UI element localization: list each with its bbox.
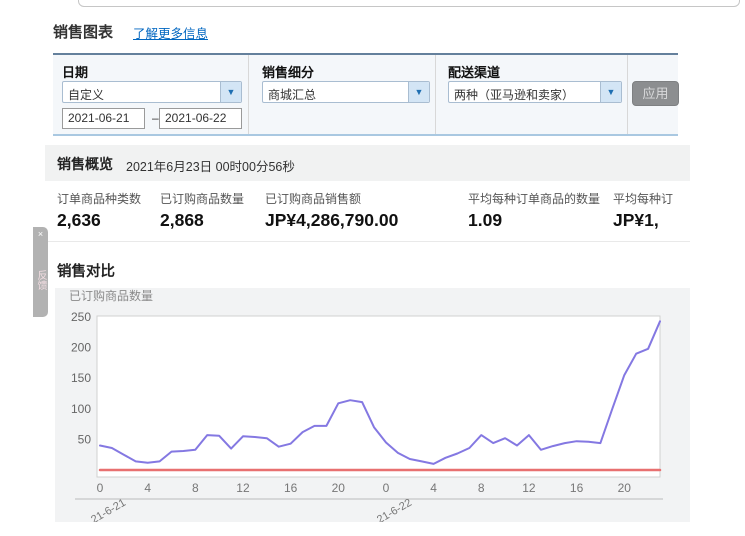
chevron-down-icon[interactable]: ▼ [408, 82, 429, 102]
feedback-tab-label: 反馈 [33, 255, 48, 305]
stat-label: 已订购商品销售额 [265, 190, 398, 207]
date-filter-label: 日期 [62, 62, 88, 81]
panel-divider [248, 55, 249, 134]
channel-filter-label: 配送渠道 [448, 62, 500, 81]
svg-text:250: 250 [71, 310, 91, 324]
panel-divider [627, 55, 628, 134]
date-range-selected-value: 自定义 [68, 86, 104, 103]
segment-filter-label: 销售细分 [262, 62, 314, 81]
apply-button[interactable]: 应用 [632, 81, 679, 106]
svg-text:8: 8 [478, 481, 485, 495]
overview-timestamp: 2021年6月23日 00时00分56秒 [126, 156, 295, 175]
stat-label: 订单商品种类数 [57, 190, 141, 207]
stat-units-ordered: 已订购商品数量 2,868 [160, 190, 244, 231]
page-title: 销售图表 [53, 21, 113, 42]
segment-select[interactable]: 商城汇总 ▼ [262, 81, 430, 103]
chevron-down-icon[interactable]: ▼ [220, 82, 241, 102]
close-icon[interactable]: × [33, 229, 48, 239]
svg-text:21-6-22: 21-6-22 [375, 497, 414, 522]
channel-select[interactable]: 两种（亚马逊和卖家） ▼ [448, 81, 622, 103]
svg-text:100: 100 [71, 402, 91, 416]
svg-text:12: 12 [522, 481, 536, 495]
sales-comparison-chart: 已订购商品数量501001502002500481216200481216202… [55, 288, 690, 522]
stat-value: JP¥1, [613, 210, 673, 231]
svg-text:20: 20 [618, 481, 632, 495]
svg-text:0: 0 [97, 481, 104, 495]
learn-more-link[interactable]: 了解更多信息 [133, 23, 208, 42]
date-to-input[interactable]: 2021-06-22 [159, 108, 242, 129]
stat-value: 2,868 [160, 210, 244, 231]
feedback-side-tab[interactable]: × 反馈 [33, 227, 48, 317]
overview-stats-row: 订单商品种类数 2,636 已订购商品数量 2,868 已订购商品销售额 JP¥… [45, 181, 690, 242]
comparison-title: 销售对比 [57, 260, 115, 281]
segment-filter-column: 销售细分 商城汇总 ▼ [262, 55, 435, 134]
segment-selected-value: 商城汇总 [268, 86, 316, 103]
svg-text:21-6-21: 21-6-21 [89, 497, 128, 522]
svg-text:16: 16 [570, 481, 584, 495]
svg-text:12: 12 [236, 481, 250, 495]
svg-text:8: 8 [192, 481, 199, 495]
channel-selected-value: 两种（亚马逊和卖家） [454, 86, 574, 103]
svg-text:4: 4 [144, 481, 151, 495]
stat-value: 2,636 [57, 210, 141, 231]
svg-text:150: 150 [71, 371, 91, 385]
svg-text:50: 50 [78, 432, 92, 446]
svg-text:20: 20 [332, 481, 346, 495]
stat-ordered-product-sales: 已订购商品销售额 JP¥4,286,790.00 [265, 190, 398, 231]
stat-avg-units-per-order-item: 平均每种订单商品的数量 1.09 [468, 190, 600, 231]
svg-text:4: 4 [430, 481, 437, 495]
svg-text:0: 0 [383, 481, 390, 495]
channel-filter-column: 配送渠道 两种（亚马逊和卖家） ▼ [448, 55, 627, 134]
svg-text:已订购商品数量: 已订购商品数量 [69, 288, 153, 303]
date-range-select[interactable]: 自定义 ▼ [62, 81, 242, 103]
panel-divider [435, 55, 436, 134]
stat-label: 已订购商品数量 [160, 190, 244, 207]
date-separator: – [152, 111, 159, 125]
svg-text:200: 200 [71, 341, 91, 355]
filter-panel: 日期 自定义 ▼ 2021-06-21 – 2021-06-22 销售细分 商城… [53, 53, 678, 136]
overview-title: 销售概览 [57, 154, 113, 174]
date-filter-column: 日期 自定义 ▼ 2021-06-21 – 2021-06-22 [62, 55, 247, 134]
chevron-down-icon[interactable]: ▼ [600, 82, 621, 102]
stat-label: 平均每种订 [613, 190, 673, 207]
stat-label: 平均每种订单商品的数量 [468, 190, 600, 207]
line-chart: 已订购商品数量501001502002500481216200481216202… [55, 288, 690, 522]
stat-value: 1.09 [468, 210, 600, 231]
stat-avg-sales-clipped: 平均每种订 JP¥1, [613, 190, 673, 231]
date-from-input[interactable]: 2021-06-21 [62, 108, 145, 129]
stat-units-ordered-types: 订单商品种类数 2,636 [57, 190, 141, 231]
svg-text:16: 16 [284, 481, 298, 495]
top-clipped-input[interactable] [78, 0, 740, 7]
stat-value: JP¥4,286,790.00 [265, 210, 398, 231]
